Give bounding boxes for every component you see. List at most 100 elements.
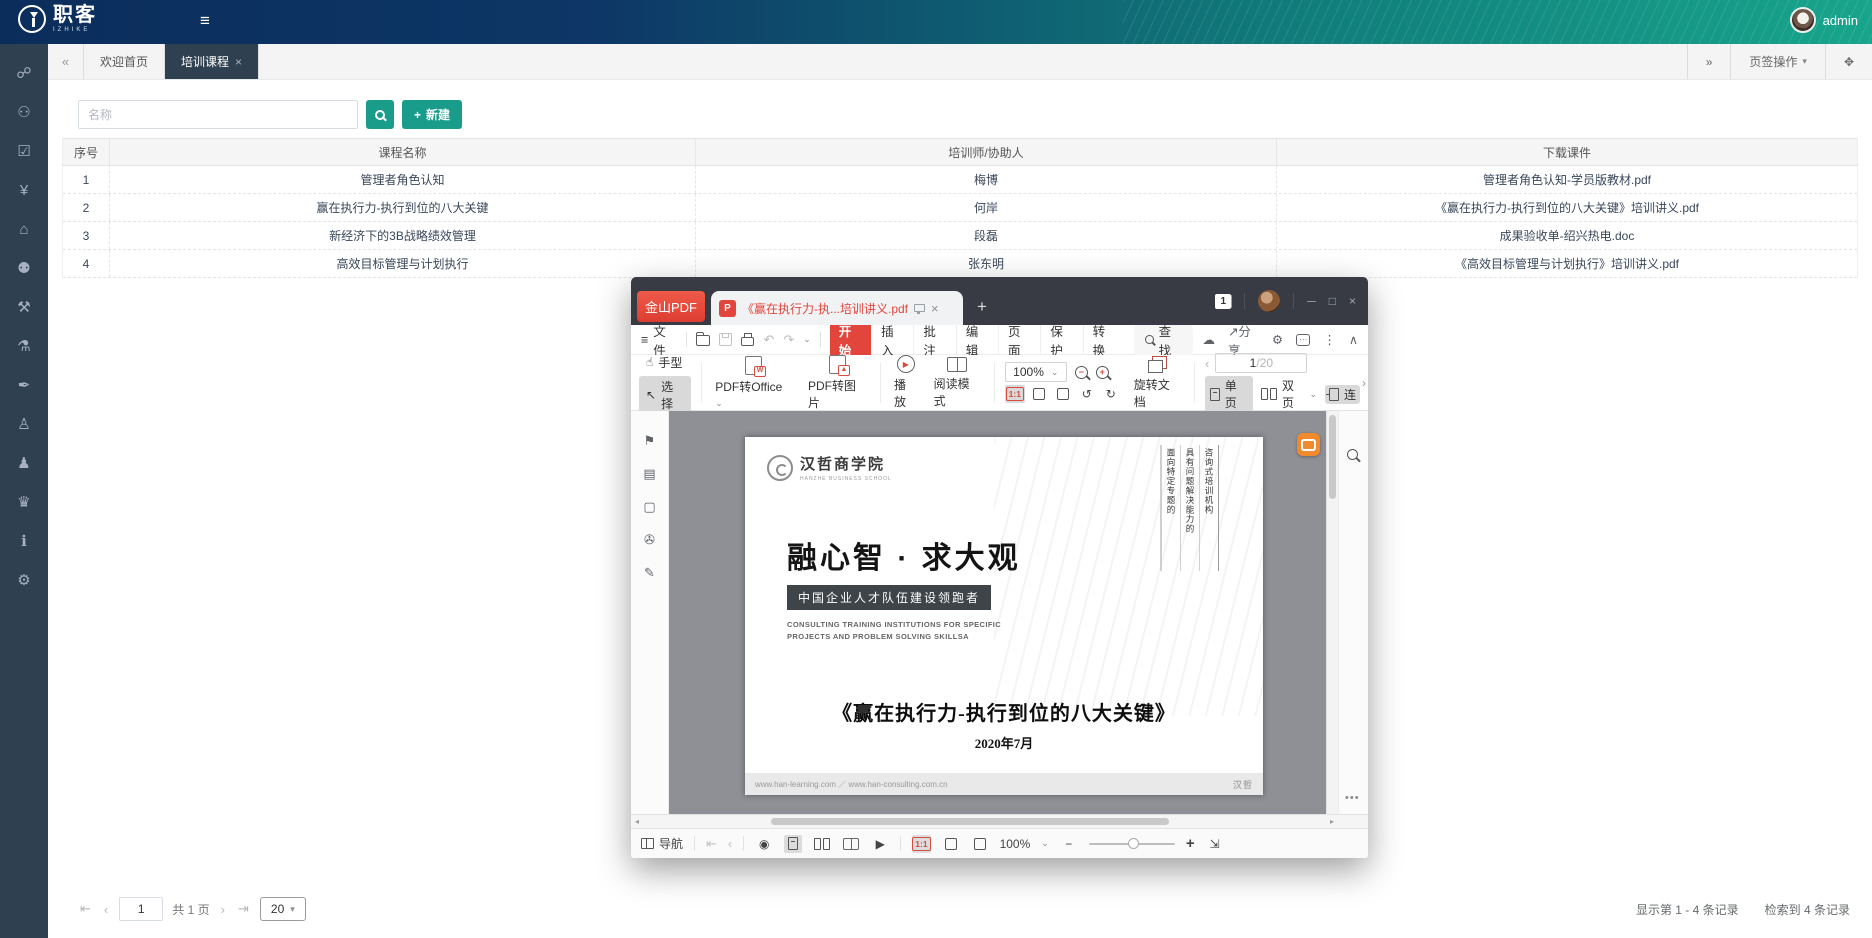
table-row[interactable]: 4 高效目标管理与计划执行 张东明 《高效目标管理与计划执行》培训讲义.pdf <box>63 250 1857 278</box>
pdf-document-tab[interactable]: P 《赢在执行力-执...培训讲义.pdf × <box>711 291 963 325</box>
pdf-user-avatar[interactable] <box>1258 290 1280 312</box>
next-page-button[interactable]: › <box>219 902 227 917</box>
chevron-down-icon[interactable]: ⌄ <box>1041 838 1049 849</box>
zoom-in-button[interactable]: + <box>1186 835 1195 852</box>
horizontal-scrollbar[interactable]: ◂ ▸ <box>631 814 1368 828</box>
hand-tool-button[interactable]: ☝ 手型 <box>639 352 691 373</box>
thumbnails-panel-icon[interactable]: ▤ <box>643 466 655 482</box>
play-button[interactable]: ▶ <box>871 835 889 853</box>
zoom-out-icon[interactable]: − <box>1075 366 1088 379</box>
rotate-document-button[interactable]: 旋转文档 <box>1131 356 1184 410</box>
previous-page-button[interactable]: ‹ <box>728 836 732 851</box>
fullscreen-button[interactable]: ⇲ <box>1206 835 1224 853</box>
sidebar-item-organization-icon[interactable]: ⌂ <box>0 222 48 238</box>
tabs-scroll-right-button[interactable]: » <box>1687 44 1731 79</box>
search-input[interactable] <box>78 100 358 129</box>
app-logo[interactable]: 职客 IZHIKE <box>18 5 97 33</box>
cell-download-link[interactable]: 《高效目标管理与计划执行》培训讲义.pdf <box>1277 250 1857 277</box>
scroll-right-arrow[interactable]: ▸ <box>1330 817 1334 826</box>
page-number-input[interactable] <box>119 897 163 921</box>
maximize-button[interactable]: □ <box>1329 294 1336 308</box>
collapse-ribbon-icon[interactable]: ∧ <box>1349 332 1358 347</box>
cell-download-link[interactable]: 《赢在执行力-执行到位的八大关键》培训讲义.pdf <box>1277 194 1857 221</box>
user-menu[interactable]: admin <box>1790 7 1858 33</box>
cloud-sync-icon[interactable]: ☁ <box>1202 332 1215 347</box>
play-slideshow-button[interactable]: ▶ 播放 <box>891 355 921 410</box>
first-page-button[interactable]: ⇤ <box>78 901 93 917</box>
horizontal-scrollbar-thumb[interactable] <box>771 818 1169 825</box>
open-file-icon[interactable] <box>696 335 711 346</box>
window-count-badge[interactable]: 1 <box>1215 294 1231 309</box>
single-page-button[interactable]: 单页 <box>1205 376 1253 412</box>
table-row[interactable]: 2 赢在执行力-执行到位的八大关键 何岸 《赢在执行力-执行到位的八大关键》培训… <box>63 194 1857 222</box>
last-page-button[interactable]: ⇥ <box>236 901 251 917</box>
sidebar-item-share-icon[interactable]: ☍ <box>0 66 48 82</box>
navigation-panel-button[interactable]: 导航 <box>641 835 683 852</box>
read-mode-toggle-icon[interactable]: ◉ <box>755 835 773 853</box>
hamburger-menu-icon[interactable]: ≡ <box>200 11 210 31</box>
rotate-right-button[interactable]: ↻ <box>1101 385 1121 403</box>
document-tab-close-icon[interactable]: × <box>931 301 939 316</box>
fit-width-button[interactable] <box>1053 385 1073 403</box>
gear-icon[interactable]: ⚙ <box>1272 332 1283 347</box>
fullscreen-toggle-button[interactable]: ✥ <box>1825 44 1872 79</box>
more-menu-icon[interactable]: ⋮ <box>1323 332 1336 347</box>
scroll-left-arrow[interactable]: ◂ <box>635 817 639 826</box>
attachments-panel-icon[interactable]: ✇ <box>644 532 655 548</box>
book-view-button[interactable] <box>842 835 860 853</box>
sidebar-item-person-icon[interactable]: ♙ <box>0 417 48 433</box>
cell-download-link[interactable]: 成果验收单-绍兴热电.doc <box>1277 222 1857 249</box>
sidebar-item-work-icon[interactable]: ⚒ <box>0 300 48 316</box>
tab-actions-dropdown[interactable]: 页签操作 ▾ <box>1730 44 1825 79</box>
zoom-slider[interactable] <box>1089 843 1175 845</box>
sidebar-item-training-icon[interactable]: ✒ <box>0 378 48 394</box>
comment-icon[interactable] <box>1296 334 1310 346</box>
save-icon[interactable] <box>719 333 732 346</box>
page-size-select[interactable]: 20 ▾ <box>260 897 306 921</box>
tabs-scroll-left-button[interactable]: « <box>48 44 84 79</box>
new-button[interactable]: + 新建 <box>402 100 462 129</box>
more-commands-icon[interactable]: ⌄ <box>803 334 811 345</box>
actual-size-button[interactable]: 1:1 <box>1005 385 1025 403</box>
wps-assistant-button[interactable] <box>1297 433 1320 456</box>
select-tool-button[interactable]: ↖ 选择 <box>639 376 691 414</box>
minimize-button[interactable]: ─ <box>1307 294 1316 308</box>
pdf-brand-button[interactable]: 金山PDF <box>637 291 705 322</box>
signature-panel-icon[interactable]: ✎ <box>644 565 655 581</box>
pdf-titlebar[interactable]: 金山PDF P 《赢在执行力-执...培训讲义.pdf × + 1 ─ □ × <box>631 277 1368 325</box>
tab-training-course[interactable]: 培训课程 × <box>165 44 259 79</box>
sidebar-item-finance-icon[interactable]: ¥ <box>0 183 48 199</box>
sidebar-item-tasks-icon[interactable]: ☑ <box>0 144 48 160</box>
new-document-tab-button[interactable]: + <box>977 297 987 317</box>
rotate-left-button[interactable]: ↺ <box>1077 385 1097 403</box>
sidebar-item-users-icon[interactable]: ⚇ <box>0 105 48 121</box>
presentation-icon[interactable] <box>914 304 925 312</box>
pdf-to-office-button[interactable]: W PDF转Office ⌄ <box>712 356 795 409</box>
avatar[interactable] <box>1790 7 1816 33</box>
zoom-out-button[interactable]: − <box>1060 835 1078 853</box>
read-mode-button[interactable]: 阅读模式 <box>931 357 984 409</box>
continuous-view-button[interactable]: 连 <box>1325 385 1360 404</box>
fit-page-button[interactable] <box>942 835 960 853</box>
sidebar-item-members-icon[interactable]: ⚉ <box>0 261 48 277</box>
loupe-tool-icon[interactable] <box>1347 449 1358 460</box>
sidebar-item-staff-icon[interactable]: ♟ <box>0 456 48 472</box>
pdf-page-viewport[interactable]: 汉哲商学院 HANZHE BUSINESS SCHOOL 面向特定专题的 具有问… <box>669 411 1368 814</box>
search-button[interactable] <box>366 100 394 129</box>
zoom-slider-knob[interactable] <box>1128 838 1139 849</box>
sidebar-item-lab-icon[interactable]: ⚗ <box>0 339 48 355</box>
zoom-percent-label[interactable]: 100% <box>1000 837 1031 851</box>
vertical-scrollbar[interactable] <box>1326 411 1338 814</box>
sidebar-item-awards-icon[interactable]: ♛ <box>0 495 48 511</box>
pdf-to-image-button[interactable]: ▲ PDF转图片 <box>805 355 870 411</box>
sidebar-item-settings-icon[interactable]: ⚙ <box>0 573 48 589</box>
zoom-in-icon[interactable]: + <box>1096 366 1109 379</box>
cell-download-link[interactable]: 管理者角色认知-学员版教材.pdf <box>1277 166 1857 193</box>
first-page-button[interactable]: ⇤ <box>706 836 717 852</box>
zoom-level-select[interactable]: 100% ⌄ <box>1005 362 1067 382</box>
rail-more-icon[interactable]: ••• <box>1345 792 1360 804</box>
print-icon[interactable] <box>741 337 755 346</box>
previous-page-button[interactable]: ‹ <box>1205 356 1209 371</box>
ribbon-overflow-icon[interactable]: › <box>1362 376 1366 390</box>
fit-page-button[interactable] <box>1029 385 1049 403</box>
